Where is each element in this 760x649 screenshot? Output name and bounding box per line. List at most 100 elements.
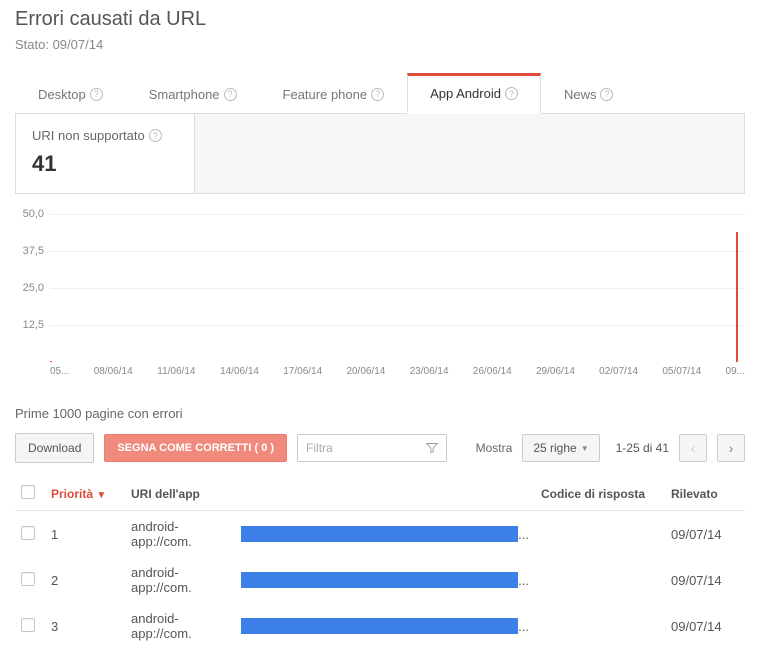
summary-label-text: URI non supportato — [32, 128, 145, 143]
uri-suffix: ... — [518, 573, 529, 588]
cell-priority: 2 — [45, 557, 125, 603]
tab-bar: Desktop?Smartphone?Feature phone?App And… — [15, 72, 745, 114]
cell-detected: 09/07/14 — [665, 557, 745, 603]
y-tick-label: 50,0 — [23, 208, 44, 220]
select-all-checkbox[interactable] — [21, 485, 35, 499]
x-tick-label: 17/06/14 — [283, 366, 322, 377]
y-tick-label: 12,5 — [23, 319, 44, 331]
cell-uri: android-app://com.... — [125, 511, 535, 558]
uri-redacted — [241, 526, 519, 542]
tab-desktop[interactable]: Desktop? — [15, 73, 126, 114]
error-chart: 12,525,037,550,0 05...08/06/1411/06/1414… — [15, 214, 745, 384]
chart-gridline — [50, 251, 745, 252]
chart-gridline — [50, 325, 745, 326]
summary-label: URI non supportato ? — [32, 128, 178, 143]
help-icon[interactable]: ? — [90, 88, 103, 101]
pager-text: 1-25 di 41 — [616, 441, 669, 455]
sort-desc-icon: ▼ — [96, 490, 106, 501]
tab-label: News — [564, 87, 597, 102]
summary-fill — [195, 114, 745, 194]
summary-card[interactable]: URI non supportato ? 41 — [15, 114, 195, 194]
x-tick-label: 11/06/14 — [157, 366, 195, 377]
cell-uri: android-app://com.... — [125, 603, 535, 649]
cell-response — [535, 603, 665, 649]
y-tick-label: 37,5 — [23, 245, 44, 257]
cell-priority: 1 — [45, 511, 125, 558]
tab-app-android[interactable]: App Android? — [407, 73, 541, 114]
chevron-right-icon: › — [729, 441, 734, 455]
uri-prefix: android-app://com. — [131, 519, 239, 549]
chart-y-axis: 12,525,037,550,0 — [15, 214, 50, 362]
summary-row: URI non supportato ? 41 — [15, 114, 745, 194]
x-tick-label: 08/06/14 — [94, 366, 133, 377]
table-toolbar: Download SEGNA COME CORRETTI ( 0 ) Filtr… — [15, 433, 745, 463]
x-tick-label: 14/06/14 — [220, 366, 259, 377]
tab-label: Feature phone — [283, 87, 368, 102]
row-checkbox[interactable] — [21, 572, 35, 586]
cell-uri: android-app://com.... — [125, 557, 535, 603]
x-tick-label: 05... — [50, 366, 69, 377]
chevron-down-icon: ▼ — [581, 444, 589, 453]
col-priority-label: Priorità — [51, 487, 93, 501]
help-icon[interactable]: ? — [224, 88, 237, 101]
next-page-button[interactable]: › — [717, 434, 745, 462]
download-button[interactable]: Download — [15, 433, 94, 463]
uri-prefix: android-app://com. — [131, 611, 239, 641]
page-title: Errori causati da URL — [15, 8, 745, 31]
section-label: Prime 1000 pagine con errori — [15, 406, 745, 421]
filter-input[interactable]: Filtra — [297, 434, 447, 462]
col-response[interactable]: Codice di risposta — [535, 477, 665, 511]
mark-fixed-button[interactable]: SEGNA COME CORRETTI ( 0 ) — [104, 434, 287, 462]
y-tick-label: 25,0 — [23, 282, 44, 294]
uri-redacted — [241, 572, 519, 588]
help-icon[interactable]: ? — [371, 88, 384, 101]
row-checkbox[interactable] — [21, 526, 35, 540]
x-tick-label: 05/07/14 — [662, 366, 701, 377]
tab-news[interactable]: News? — [541, 73, 637, 114]
uri-prefix: android-app://com. — [131, 565, 239, 595]
cell-detected: 09/07/14 — [665, 603, 745, 649]
chevron-left-icon: ‹ — [691, 441, 696, 455]
col-uri[interactable]: URI dell'app — [125, 477, 535, 511]
chart-plot — [50, 214, 745, 362]
rows-label: 25 righe — [533, 441, 576, 455]
status-prefix: Stato: — [15, 37, 53, 52]
chart-gridline — [50, 214, 745, 215]
cell-response — [535, 557, 665, 603]
tab-label: App Android — [430, 86, 501, 101]
tab-label: Desktop — [38, 87, 86, 102]
tab-smartphone[interactable]: Smartphone? — [126, 73, 260, 114]
x-tick-label: 26/06/14 — [473, 366, 512, 377]
summary-value: 41 — [32, 151, 178, 177]
x-tick-label: 23/06/14 — [410, 366, 449, 377]
table-row[interactable]: 1android-app://com.... 09/07/14 — [15, 511, 745, 558]
row-checkbox[interactable] — [21, 618, 35, 632]
filter-icon — [426, 442, 438, 454]
uri-suffix: ... — [518, 527, 529, 542]
help-icon[interactable]: ? — [149, 129, 162, 142]
rows-per-page-select[interactable]: 25 righe ▼ — [522, 434, 599, 462]
x-tick-label: 29/06/14 — [536, 366, 575, 377]
status-date: 09/07/14 — [53, 37, 104, 52]
col-detected[interactable]: Rilevato — [665, 477, 745, 511]
cell-detected: 09/07/14 — [665, 511, 745, 558]
status-line: Stato: 09/07/14 — [15, 37, 745, 52]
cell-response — [535, 511, 665, 558]
chart-x-axis: 05... 08/06/14 11/06/14 14/06/14 17/06/14 20/… — [50, 362, 745, 384]
col-priority[interactable]: Priorità ▼ — [45, 477, 125, 511]
x-tick-label: 02/07/14 — [599, 366, 638, 377]
table-row[interactable]: 3android-app://com.... 09/07/14 — [15, 603, 745, 649]
show-label: Mostra — [476, 441, 513, 455]
help-icon[interactable]: ? — [600, 88, 613, 101]
prev-page-button[interactable]: ‹ — [679, 434, 707, 462]
uri-redacted — [241, 618, 519, 634]
filter-placeholder: Filtra — [306, 441, 333, 455]
uri-suffix: ... — [518, 619, 529, 634]
help-icon[interactable]: ? — [505, 87, 518, 100]
x-tick-label: 20/06/14 — [346, 366, 385, 377]
table-row[interactable]: 2android-app://com.... 09/07/14 — [15, 557, 745, 603]
cell-priority: 3 — [45, 603, 125, 649]
errors-table: Priorità ▼ URI dell'app Codice di rispos… — [15, 477, 745, 649]
tab-feature-phone[interactable]: Feature phone? — [260, 73, 408, 114]
chart-series-spike — [736, 232, 738, 362]
